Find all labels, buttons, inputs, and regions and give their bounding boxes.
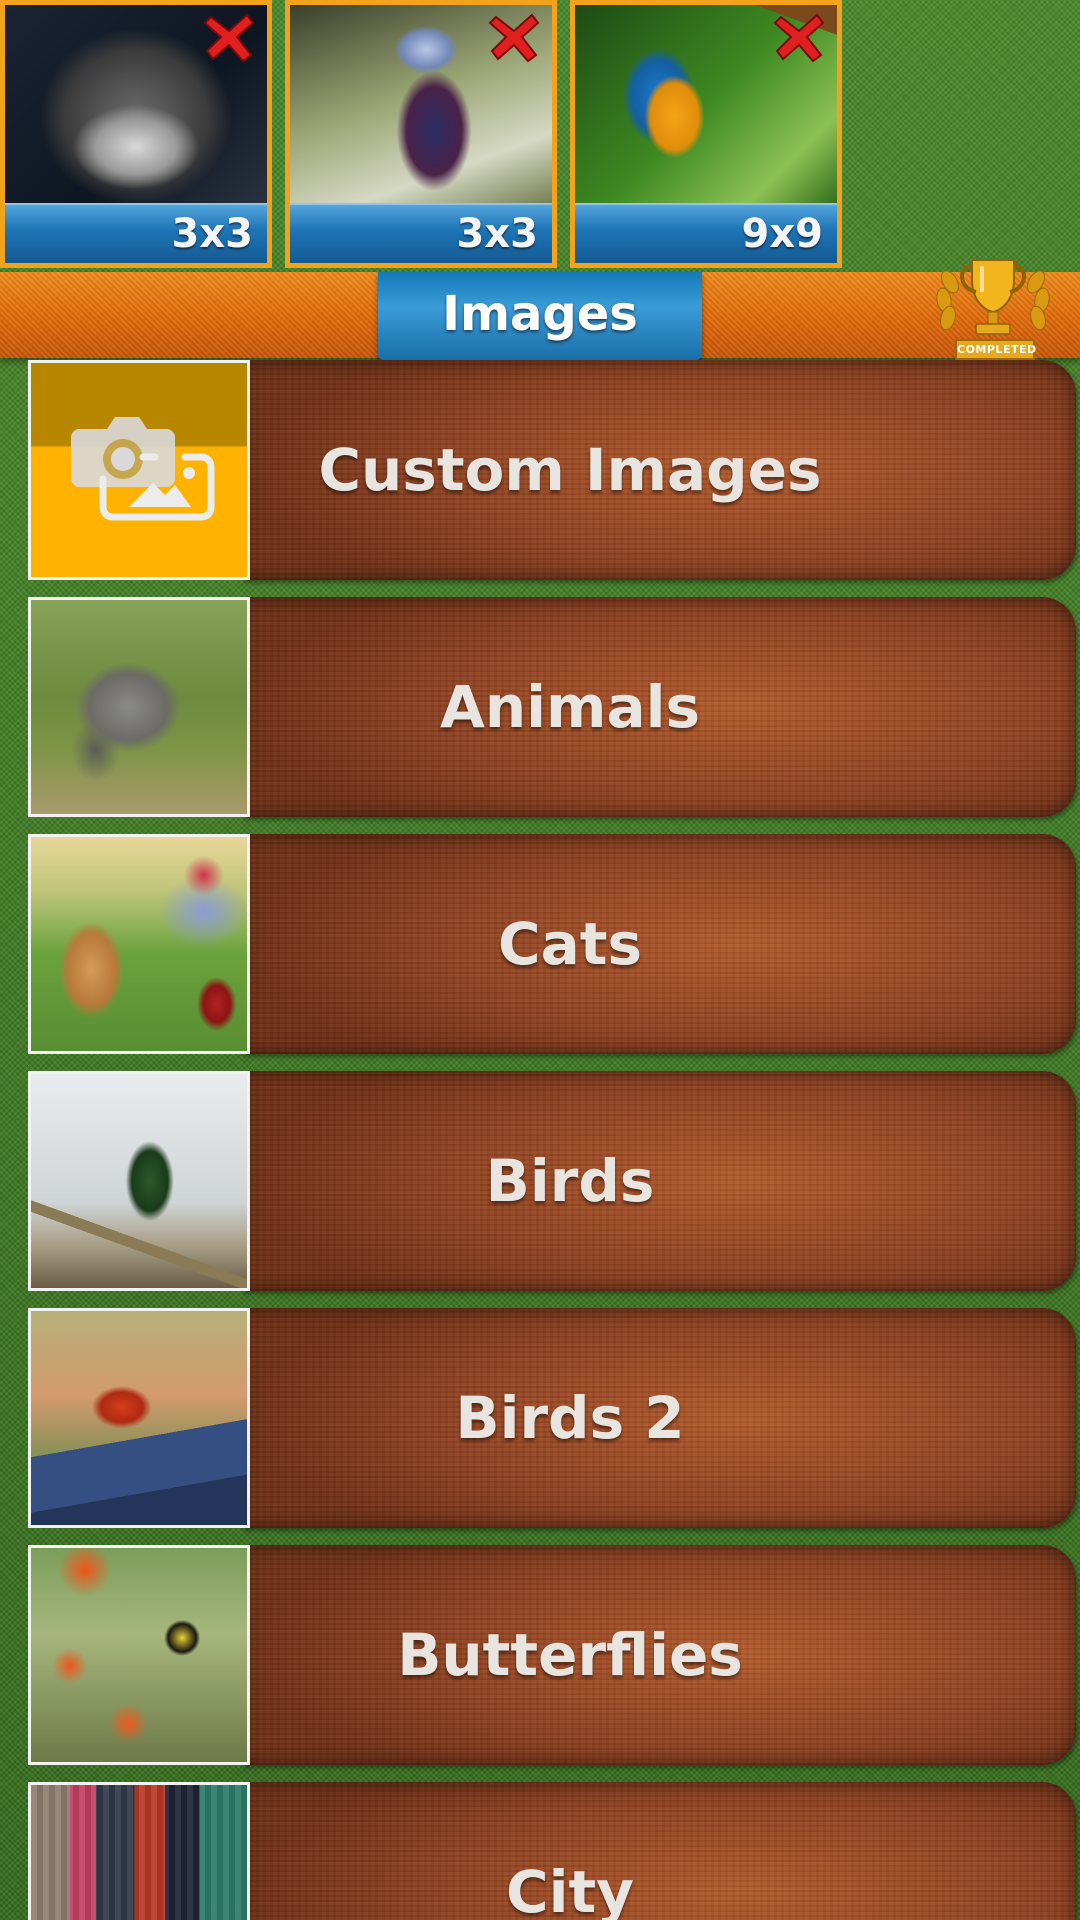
completed-badge: COMPLETED <box>955 339 1036 360</box>
category-label: Animals <box>439 673 701 741</box>
category-thumbnail[interactable] <box>28 360 250 580</box>
category-item-birds[interactable]: Birds <box>28 1071 1076 1291</box>
cat-photo[interactable] <box>28 834 250 1054</box>
hummingbird-photo[interactable] <box>28 1071 250 1291</box>
category-label: Custom Images <box>318 436 822 504</box>
category-item-custom-images[interactable]: Custom Images <box>28 360 1076 580</box>
category-plank[interactable]: Birds <box>242 1071 1076 1291</box>
recent-puzzle-card[interactable]: 3x3 <box>0 0 272 268</box>
recent-puzzle-card[interactable]: 3x3 <box>285 0 557 268</box>
recent-puzzle-card[interactable]: 9x9 <box>570 0 842 268</box>
category-item-cats[interactable]: Cats <box>28 834 1076 1054</box>
cardinal-photo[interactable] <box>28 1308 250 1528</box>
category-label: Cats <box>498 910 642 978</box>
puzzle-size-label: 9x9 <box>741 211 823 257</box>
close-icon[interactable] <box>486 9 542 65</box>
category-label: Birds <box>485 1147 655 1215</box>
rhino-photo[interactable] <box>28 597 250 817</box>
puzzle-size-label: 3x3 <box>456 211 538 257</box>
page-title: Images <box>442 286 638 342</box>
category-item-butterflies[interactable]: Butterflies <box>28 1545 1076 1765</box>
header-banner: Images <box>0 272 1080 360</box>
category-item-animals[interactable]: Animals <box>28 597 1076 817</box>
category-plank[interactable]: Cats <box>242 834 1076 1054</box>
puzzle-size-label: 3x3 <box>171 211 253 257</box>
close-icon[interactable] <box>201 9 257 65</box>
camera-gallery-icon <box>71 417 215 521</box>
category-plank[interactable]: Birds 2 <box>242 1308 1076 1528</box>
butterfly-photo[interactable] <box>28 1545 250 1765</box>
category-label: Butterflies <box>397 1621 743 1689</box>
category-plank[interactable]: City <box>242 1782 1076 1920</box>
category-plank[interactable]: Butterflies <box>242 1545 1076 1765</box>
category-plank[interactable]: Custom Images <box>242 360 1076 580</box>
category-item-birds-2[interactable]: Birds 2 <box>28 1308 1076 1528</box>
category-label: Birds 2 <box>455 1384 685 1452</box>
header-tab: Images <box>378 272 702 360</box>
close-icon[interactable] <box>771 9 827 65</box>
category-list: Custom Images Animals Cats Birds Birds 2… <box>0 360 1080 1920</box>
recent-puzzles-strip: 3x3 3x3 9x9 <box>0 0 1080 272</box>
city-photo[interactable] <box>28 1782 250 1920</box>
category-label: City <box>506 1858 634 1920</box>
category-item-city[interactable]: City <box>28 1782 1076 1920</box>
category-plank[interactable]: Animals <box>242 597 1076 817</box>
